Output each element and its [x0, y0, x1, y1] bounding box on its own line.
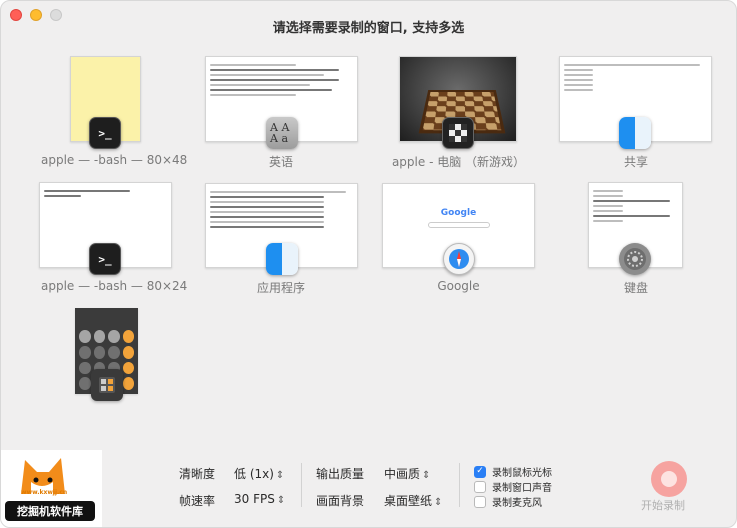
divider [301, 463, 302, 507]
window-label: 键盘 [623, 281, 648, 295]
window-label: 应用程序 [256, 281, 305, 295]
record-audio-checkbox[interactable] [474, 480, 486, 493]
updown-chevron-icon: ⇕ [276, 495, 286, 506]
window-label: apple - 电脑 （新游戏） [391, 155, 526, 169]
quality-value: 中画质 [384, 467, 421, 481]
resolution-value: 低 (1x) [234, 467, 274, 481]
watermark-logo: www.kxwjj.cn 挖掘机软件库 [1, 450, 102, 527]
record-mic-checkbox[interactable] [474, 495, 486, 508]
font-book-icon: A A A a [266, 117, 298, 149]
record-audio-label: 录制窗口声音 [492, 483, 552, 494]
google-logo-text: Google [440, 208, 477, 218]
window-label: apple — -bash — 80×48 [41, 153, 188, 167]
quality-select[interactable]: 中画质 ⇕ [384, 465, 430, 482]
finder-icon [619, 117, 651, 149]
background-value: 桌面壁纸 [384, 494, 433, 508]
background-select[interactable]: 桌面壁纸 ⇕ [384, 492, 442, 509]
divider [459, 463, 460, 507]
record-cursor-checkbox[interactable]: ✓ [474, 465, 486, 478]
finder-icon [266, 243, 298, 275]
quality-label: 输出质量 [316, 467, 365, 481]
watermark-banner: 挖掘机软件库 [5, 501, 95, 521]
record-mic-option[interactable]: 录制麦克风 [474, 494, 542, 509]
terminal-icon: >_ [89, 117, 121, 149]
resolution-label: 清晰度 [179, 467, 216, 481]
window-label: 共享 [623, 155, 648, 169]
window-label: 英语 [268, 155, 293, 169]
system-settings-icon [619, 243, 651, 275]
calculator-icon [91, 369, 123, 401]
record-cursor-option[interactable]: ✓ 录制鼠标光标 [474, 464, 552, 479]
safari-icon [443, 243, 475, 275]
window-title: 请选择需要录制的窗口, 支持多选 [272, 21, 465, 36]
resolution-select[interactable]: 低 (1x) ⇕ [234, 465, 284, 482]
chess-icon [442, 117, 474, 149]
updown-chevron-icon: ⇕ [434, 497, 443, 508]
framerate-select[interactable]: 30 FPS ⇕ [234, 492, 285, 506]
recording-window: 请选择需要录制的窗口, 支持多选 >_ apple — -bash — 80×4… [0, 0, 737, 528]
record-cursor-label: 录制鼠标光标 [492, 468, 552, 479]
updown-chevron-icon: ⇕ [275, 470, 285, 481]
start-recording-button[interactable] [651, 461, 687, 497]
updown-chevron-icon: ⇕ [422, 470, 431, 481]
record-icon [661, 471, 677, 487]
google-logo: Google [383, 208, 534, 218]
watermark-url: www.kxwjj.cn [21, 489, 68, 496]
window-label: apple — -bash — 80×24 [41, 279, 188, 293]
record-audio-option[interactable]: 录制窗口声音 [474, 479, 552, 494]
start-recording-label: 开始录制 [641, 499, 685, 512]
window-label: Google [437, 279, 480, 293]
terminal-icon: >_ [89, 243, 121, 275]
background-label: 画面背景 [316, 494, 365, 508]
record-mic-label: 录制麦克风 [492, 498, 542, 509]
framerate-value: 30 FPS [234, 492, 275, 506]
framerate-label: 帧速率 [179, 494, 216, 508]
google-search-box [428, 222, 490, 228]
